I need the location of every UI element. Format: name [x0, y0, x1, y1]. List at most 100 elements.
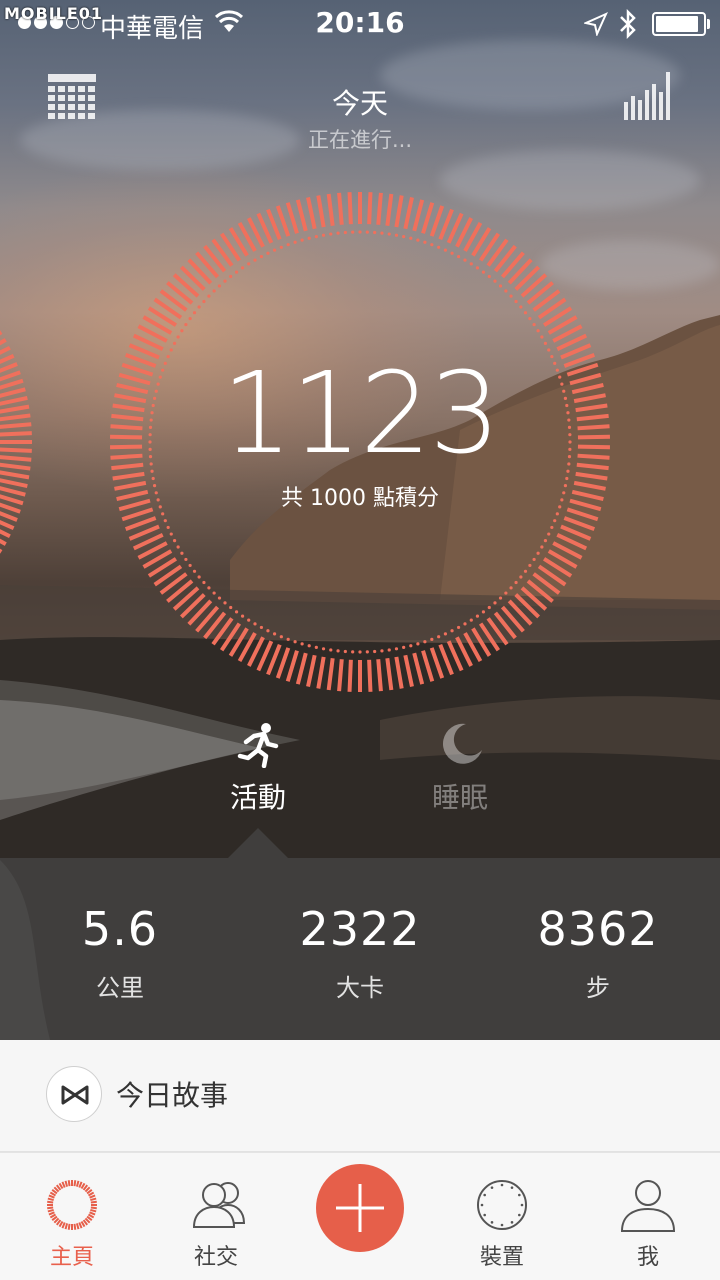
- ring-dot: [192, 569, 197, 573]
- ring-dot: [188, 563, 192, 568]
- ring-tick: [376, 192, 383, 225]
- ring-tick: [326, 658, 335, 691]
- home-ring-icon: [47, 1180, 97, 1230]
- ring-dot: [469, 262, 473, 266]
- ring-dot: [217, 596, 222, 600]
- ring-dot: [223, 601, 227, 605]
- ring-dot: [387, 648, 391, 652]
- ring-dot: [523, 569, 528, 573]
- ring-dot: [555, 512, 559, 516]
- ring-dot: [207, 586, 211, 590]
- stat-value: 8362: [537, 902, 659, 956]
- ring-dot: [169, 532, 173, 536]
- ring-dot: [234, 610, 239, 614]
- ring-dot: [394, 647, 399, 651]
- ring-dot: [197, 305, 201, 309]
- location-arrow-icon: [584, 12, 608, 36]
- ring-dot: [547, 348, 551, 352]
- ring-dot: [172, 538, 177, 543]
- tab-me[interactable]: 我: [588, 1153, 708, 1280]
- status-bar: MOBILE01 中華電信 20:16: [0, 0, 720, 48]
- ring-dot: [493, 279, 497, 283]
- ring-tick: [316, 656, 326, 689]
- tab-me-label: 我: [636, 1245, 659, 1270]
- ring-dot: [212, 591, 216, 595]
- ring-dot: [450, 251, 454, 255]
- ring-tick: [337, 192, 344, 225]
- ring-dot: [543, 341, 548, 346]
- ring-dot: [543, 538, 548, 543]
- mode-activity-label: 活動: [229, 781, 286, 814]
- ring-dot: [358, 230, 362, 234]
- ring-tick: [347, 659, 353, 692]
- ring-tick: [563, 516, 596, 532]
- ring-dot: [437, 635, 441, 639]
- tab-social-label: 社交: [193, 1245, 238, 1270]
- clock-time: 20:16: [315, 6, 405, 39]
- stat-label: 公里: [96, 974, 144, 1002]
- ring-tick: [429, 205, 445, 237]
- tab-devices[interactable]: 裝置: [442, 1153, 562, 1280]
- ring-dot: [387, 232, 391, 236]
- ring-dot: [314, 234, 318, 239]
- ring-tick: [275, 205, 291, 237]
- ring-dot: [229, 605, 233, 610]
- ring-dot: [504, 591, 508, 595]
- story-title: 今日故事: [116, 1079, 229, 1112]
- ring-dot: [550, 525, 554, 530]
- ring-dot: [373, 230, 377, 235]
- ring-tick: [367, 192, 373, 225]
- ring-dot: [519, 575, 523, 579]
- ring-dot: [493, 601, 497, 605]
- mode-activity[interactable]: 活動: [178, 720, 338, 816]
- ring-tick: [429, 647, 445, 679]
- add-button[interactable]: [316, 1164, 404, 1252]
- ring-dot: [528, 563, 532, 568]
- ring-dot: [532, 557, 536, 562]
- ring-dot: [463, 622, 467, 626]
- stat-label: 大卡: [336, 974, 384, 1002]
- ring-tick: [394, 656, 404, 689]
- ring-dot: [240, 266, 245, 270]
- ring-dot: [176, 335, 180, 339]
- tab-social[interactable]: 社交: [156, 1153, 276, 1280]
- ring-dot: [293, 240, 297, 244]
- ring-dot: [443, 248, 448, 252]
- ring-dot: [197, 575, 201, 579]
- tab-home[interactable]: 主頁: [12, 1153, 132, 1280]
- ring-dot: [176, 545, 180, 549]
- ring-dot: [300, 642, 304, 646]
- today-story-row[interactable]: 今日故事: [0, 1040, 720, 1152]
- ring-dot: [180, 551, 184, 555]
- ring-dot: [253, 258, 257, 262]
- mode-sleep[interactable]: 睡眠: [380, 720, 540, 816]
- stat-label: 步: [586, 974, 610, 1002]
- tab-home-label: 主頁: [49, 1245, 94, 1270]
- ring-dot: [475, 266, 480, 270]
- ring-dot: [247, 618, 251, 622]
- ring-dot: [229, 274, 233, 279]
- battery-level: [656, 16, 699, 32]
- mode-sleep-label: 睡眠: [431, 781, 488, 814]
- stat-value: 2322: [299, 902, 421, 956]
- ring-dot: [314, 645, 318, 650]
- ring-dot: [192, 311, 197, 315]
- ring-tick: [376, 659, 383, 692]
- ring-dot: [217, 284, 222, 288]
- stat-steps: 8362 步: [478, 902, 718, 1003]
- bowtie-logo-icon: [46, 1066, 102, 1122]
- ring-dot: [487, 605, 491, 610]
- ring-tick: [421, 202, 435, 234]
- ring-dot: [286, 637, 290, 641]
- ring-dot: [540, 545, 544, 549]
- ring-dot: [336, 231, 340, 235]
- ring-dot: [498, 284, 503, 288]
- people-icon: [192, 1182, 246, 1228]
- ring-dot: [300, 238, 304, 242]
- ring-dot: [380, 231, 384, 235]
- ring-dot: [566, 469, 570, 473]
- ring-dot: [307, 644, 311, 648]
- ring-dot: [286, 243, 290, 247]
- ring-dot: [184, 322, 188, 327]
- person-icon: [620, 1180, 676, 1232]
